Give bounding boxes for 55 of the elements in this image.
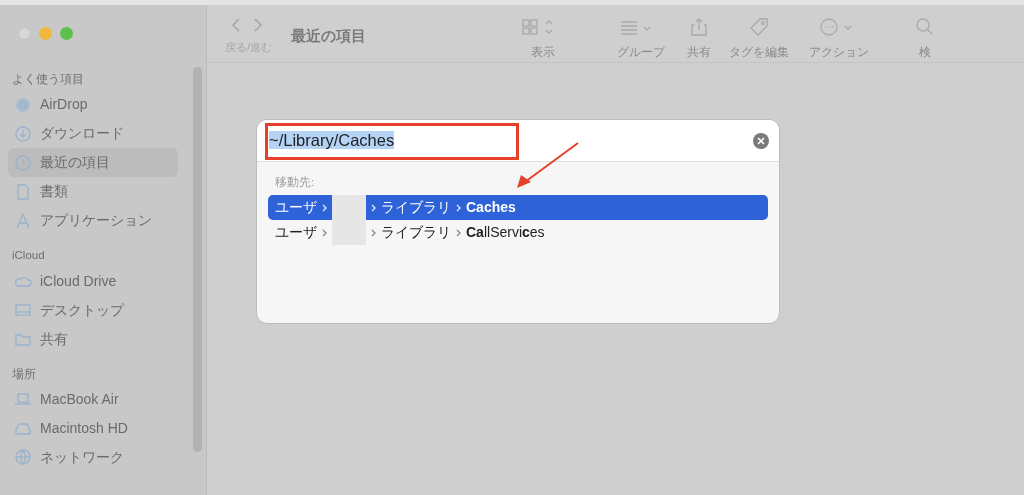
section-heading: よく使う項目 [11, 72, 85, 87]
toolbar-button[interactable]: 表示 [521, 17, 565, 61]
globe-icon [14, 448, 32, 467]
toolbar-button[interactable]: グループ [617, 17, 665, 61]
download-icon [14, 124, 32, 143]
redacted-block [332, 220, 366, 246]
section-label: 移動先: [275, 175, 315, 190]
sidebar-item[interactable]: ダウンロード [8, 119, 178, 149]
sidebar-item[interactable]: 共有 [8, 324, 178, 354]
folder-label: ユーザ [275, 223, 317, 243]
chevron-icon [456, 228, 461, 237]
desktop-icon [14, 301, 32, 319]
folder-label: ユーザ [275, 198, 317, 218]
redacted-block [332, 195, 366, 221]
folder-name: CallServices [466, 223, 545, 243]
back-chevron-icon[interactable] [231, 17, 241, 33]
sidebar-item[interactable]: アプリケーション [8, 206, 178, 236]
chevron-icon [371, 203, 376, 212]
result-row[interactable]: ユーザ ライブラリ CallServices [268, 220, 768, 246]
folder-label: ライブラリ [381, 223, 451, 243]
toolbar-button[interactable]: アクション [809, 17, 869, 61]
chevron-icon [456, 203, 461, 212]
airdrop-icon [14, 95, 32, 114]
chevron-icon [371, 228, 376, 237]
section-heading: iCloud [11, 248, 46, 264]
toolbar-button[interactable]: 共有 [687, 17, 711, 61]
clock-icon [14, 153, 32, 172]
chevron-icon [322, 203, 327, 212]
document-icon [14, 182, 32, 201]
section-heading: 場所 [11, 366, 37, 382]
sidebar-item[interactable]: 書類 [8, 177, 178, 207]
window-title: 最近の項目 [291, 26, 366, 46]
chevron-icon [322, 228, 327, 237]
sidebar-item[interactable]: iCloud Drive [8, 266, 178, 296]
sidebar-item[interactable]: ネットワーク [8, 442, 178, 472]
sidebar-item[interactable]: デスクトップ [8, 295, 178, 325]
sidebar-item[interactable]: AirDrop [8, 90, 178, 120]
apps-icon [14, 211, 32, 230]
tag-icon [748, 17, 770, 37]
folder-label: ライブラリ [381, 198, 451, 218]
zoom-window-dot[interactable] [60, 27, 73, 40]
minimize-window-dot[interactable] [39, 27, 52, 40]
forward-chevron-icon[interactable] [253, 17, 263, 33]
sidebar-item[interactable]: 最近の項目 [8, 148, 178, 178]
close-icon [757, 136, 765, 145]
sidebar-item[interactable]: MacBook Air [8, 384, 178, 414]
folder-name: Caches [466, 198, 516, 218]
sidebar-item[interactable]: Macintosh HD [8, 413, 178, 443]
search-icon [915, 17, 935, 37]
annotation-arrow [517, 142, 579, 188]
toolbar-button[interactable]: 検 [915, 17, 935, 61]
clear-button[interactable] [753, 132, 769, 149]
result-row[interactable]: ユーザ ライブラリ Caches [268, 195, 768, 221]
toolbar-button[interactable]: タグを編集 [729, 17, 789, 61]
share-icon [689, 17, 709, 37]
